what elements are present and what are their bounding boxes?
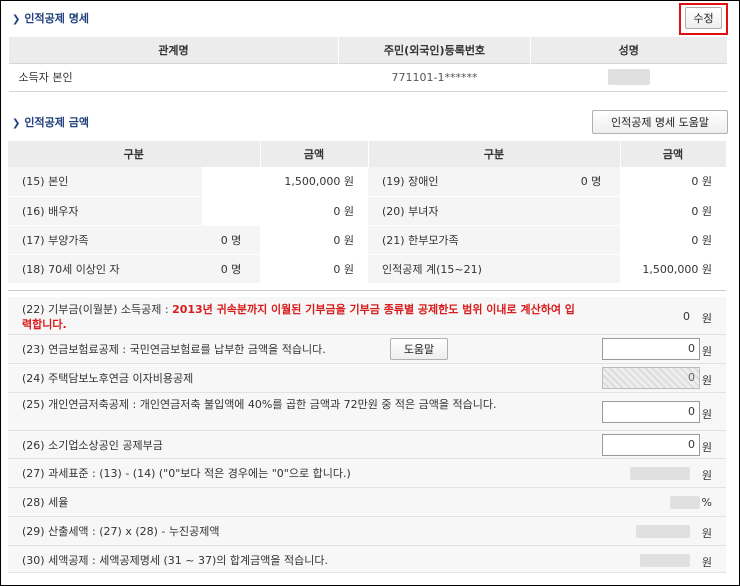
chevron-right-icon: ❯: [12, 118, 21, 129]
item-pension-insurance: (23) 연금보험료공제 : 국민연금보험료를 납부한 금액을 적습니다. 도움…: [8, 335, 726, 364]
tax-credit-redacted: [640, 554, 690, 567]
person-detail-table: 관계명 주민(외국인)등록번호 성명 소득자 본인 771101-1******: [8, 37, 727, 92]
item-tax-credit: (30) 세액공제 : 세액공제명세 (31 ~ 37)의 합계금액을 적습니다…: [8, 546, 726, 573]
name-redacted: [607, 69, 650, 85]
pension-help-button[interactable]: 도움말: [390, 338, 448, 360]
tax-rate-redacted: [670, 496, 700, 509]
section-title-person-detail: ❯ 인적공제 명세: [12, 12, 89, 25]
item-personal-pension: (25) 개인연금저축공제 : 개인연금저축 불입액에 40%를 곱한 금액과 …: [8, 393, 726, 431]
edit-button[interactable]: 수정: [685, 7, 722, 29]
header-name: 성명: [530, 37, 727, 63]
chevron-right-icon: ❯: [12, 14, 21, 25]
mortgage-pension-input: 0: [602, 367, 700, 389]
header-category-right: 구분: [368, 141, 621, 167]
header-amount-left: 금액: [260, 141, 369, 167]
item-tax-base: (27) 과세표준 : (13) - (14) ("0"보다 적은 경우에는 "…: [8, 459, 726, 488]
table-row: (16) 배우자 0 원 (20) 부녀자 0 원: [8, 196, 726, 226]
table-row: (17) 부양가족 0 명 0 원 (21) 한부모가족 0 원: [8, 225, 726, 255]
item-calculated-tax: (29) 산출세액 : (27) x (28) - 누진공제액 원: [8, 517, 726, 546]
table-row: (18) 70세 이상인 자 0 명 0 원 인적공제 계(15~21) 1,5…: [8, 254, 726, 284]
pension-insurance-input[interactable]: 0: [602, 338, 700, 360]
relation-cell: 소득자 본인: [8, 62, 339, 92]
header-amount-right: 금액: [620, 141, 727, 167]
help-button[interactable]: 인적공제 명세 도움말: [592, 110, 728, 134]
rrn-cell: 771101-1******: [338, 62, 531, 92]
personal-pension-input[interactable]: 0: [602, 401, 700, 423]
section-title-person-amount: ❯ 인적공제 금액: [12, 116, 89, 129]
tax-items: (22) 기부금(이월분) 소득공제 : 2013년 귀속분까지 이월된 기부금…: [8, 297, 726, 573]
tax-base-redacted: [630, 467, 690, 480]
name-cell: [530, 62, 727, 92]
table-row: (15) 본인 1,500,000 원 (19) 장애인 0 명 0 원: [8, 167, 726, 197]
person-amount-table: 구분 금액 구분 금액 (15) 본인 1,500,000 원 (19) 장애인…: [8, 141, 727, 284]
calculated-tax-redacted: [636, 525, 690, 538]
item-small-business: (26) 소기업소상공인 공제부금 0 원: [8, 431, 726, 459]
header-relation: 관계명: [8, 37, 339, 63]
item-mortgage-pension: (24) 주택담보노후연금 이자비용공제 0 원: [8, 364, 726, 393]
item-donation: (22) 기부금(이월분) 소득공제 : 2013년 귀속분까지 이월된 기부금…: [8, 297, 726, 335]
divider: [8, 290, 726, 291]
header-category-left: 구분: [8, 141, 261, 167]
header-rrn: 주민(외국인)등록번호: [338, 37, 531, 63]
table-row: 소득자 본인 771101-1******: [8, 62, 727, 92]
small-business-input[interactable]: 0: [602, 434, 700, 456]
item-tax-rate: (28) 세율 %: [8, 488, 726, 517]
